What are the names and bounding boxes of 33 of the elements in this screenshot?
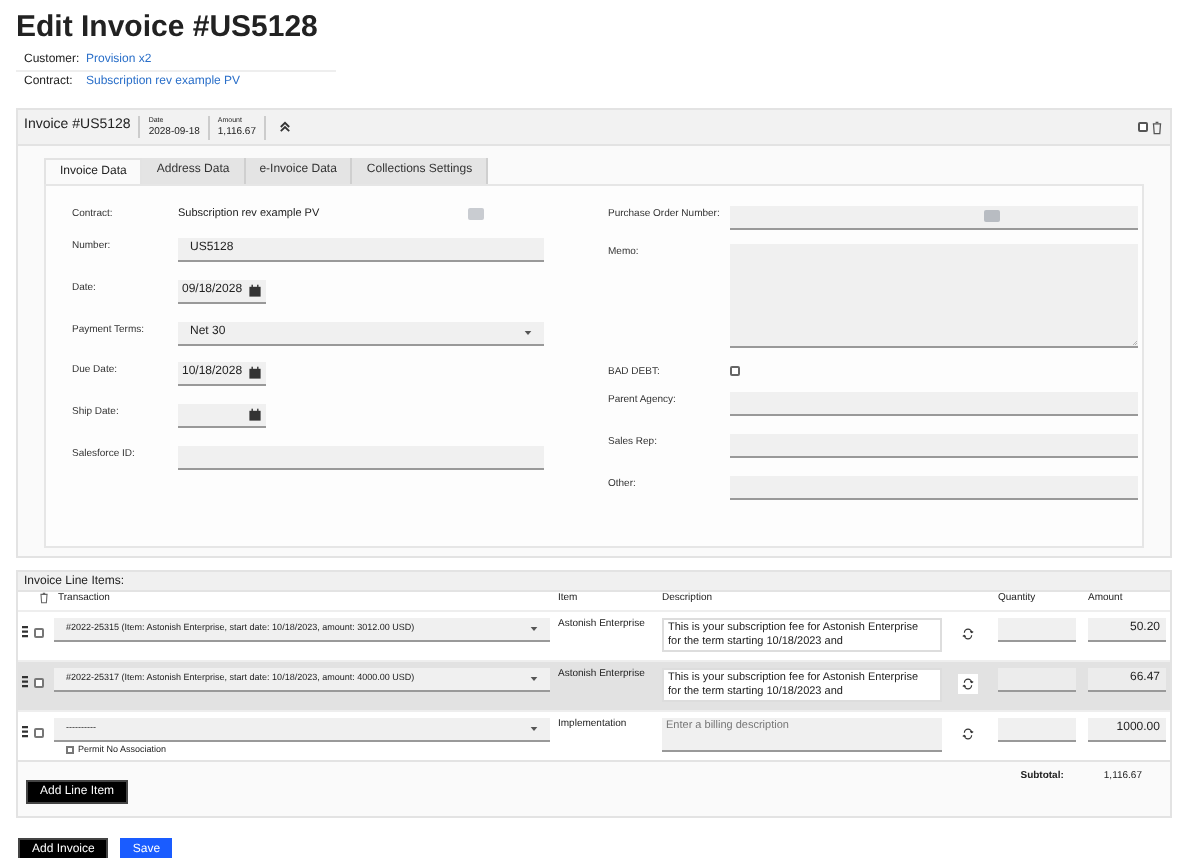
page-title: Edit Invoice #US5128 (16, 8, 320, 48)
trash-icon (1150, 119, 1164, 135)
checkbox[interactable] (66, 746, 74, 755)
date-field[interactable] (178, 404, 266, 428)
input-field[interactable] (730, 476, 1138, 500)
quantity-field[interactable] (998, 718, 1076, 742)
drag-handle-icon (22, 726, 28, 738)
checkbox[interactable] (34, 627, 44, 637)
input-field[interactable] (730, 434, 1138, 458)
caret-icon (530, 626, 538, 632)
trash-icon (38, 592, 50, 604)
caret-icon (524, 330, 532, 336)
checkbox[interactable] (1138, 122, 1148, 132)
refresh-icon (957, 724, 977, 744)
input-field[interactable] (730, 206, 1138, 230)
refresh-icon (957, 674, 977, 694)
input-field[interactable] (178, 446, 544, 470)
memo-field[interactable] (730, 244, 1138, 348)
calendar-icon (248, 366, 262, 380)
drag-handle-icon (22, 676, 28, 688)
caret-icon (530, 726, 538, 732)
input-field[interactable] (730, 392, 1138, 416)
drag-handle-icon (22, 626, 28, 638)
refresh-icon (957, 624, 977, 644)
calendar-icon (248, 284, 262, 298)
checkbox[interactable] (34, 727, 44, 737)
calendar-icon (248, 408, 262, 422)
quantity-field[interactable] (998, 668, 1076, 692)
quantity-field[interactable] (998, 618, 1076, 642)
collapse-icon (278, 120, 292, 134)
checkbox[interactable] (34, 677, 44, 687)
checkbox[interactable] (730, 366, 740, 376)
caret-icon (530, 676, 538, 682)
